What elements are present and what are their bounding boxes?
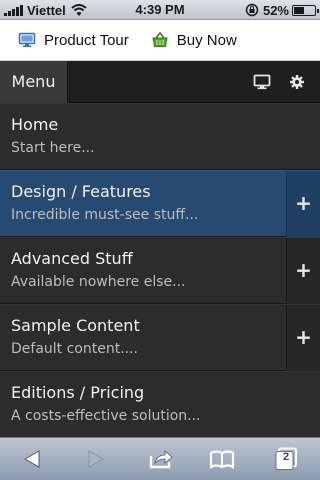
menu-item-title: Sample Content <box>11 316 140 335</box>
product-tour-link[interactable]: Product Tour <box>18 31 129 49</box>
menu-item-subtitle: Incredible must-see stuff... <box>11 207 199 223</box>
monitor-icon[interactable] <box>253 73 271 91</box>
expand-button[interactable]: + <box>286 171 320 237</box>
menu-item-subtitle: Start here... <box>11 140 95 156</box>
menu-item-title: Design / Features <box>11 182 151 201</box>
menu-item-home[interactable]: Home Start here... <box>0 103 320 170</box>
status-bar: Viettel 4:39 PM 52% <box>0 0 320 20</box>
back-arrow-icon[interactable] <box>19 447 45 471</box>
menu-item-subtitle: Default content.... <box>11 341 139 357</box>
battery-percent: 52% <box>262 2 289 18</box>
status-left: Viettel <box>4 2 87 18</box>
rotation-lock-icon <box>245 3 259 17</box>
battery-icon <box>292 4 319 16</box>
menu-item-sample-content[interactable]: Sample Content Default content.... + <box>0 304 320 371</box>
buy-now-label: Buy Now <box>176 31 237 49</box>
share-icon[interactable] <box>148 447 174 471</box>
menu-item-title: Editions / Pricing <box>11 383 145 402</box>
pages-button[interactable]: 2 <box>273 447 299 471</box>
menu-item-editions-pricing[interactable]: Editions / Pricing A costs-effective sol… <box>0 371 320 437</box>
basket-icon <box>152 31 168 47</box>
forward-arrow-icon[interactable] <box>83 447 109 471</box>
signal-icon <box>4 4 24 16</box>
monitor-icon <box>18 32 36 48</box>
menu-item-subtitle: A costs-effective solution... <box>11 408 201 424</box>
menu-item-design-features[interactable]: Design / Features Incredible must-see st… <box>0 170 320 237</box>
menu-item-subtitle: Available nowhere else... <box>11 274 186 290</box>
browser-toolbar: 2 <box>0 437 320 480</box>
menu-bar: Menu <box>0 61 320 103</box>
tab-count: 2 <box>282 451 290 463</box>
menu-item-title: Home <box>11 115 59 134</box>
menu-item-advanced-stuff[interactable]: Advanced Stuff Available nowhere else...… <box>0 237 320 304</box>
status-right: 52% <box>245 2 319 18</box>
gear-icon[interactable] <box>288 73 306 91</box>
expand-button[interactable]: + <box>286 238 320 304</box>
expand-button[interactable]: + <box>286 305 320 371</box>
bookmarks-icon[interactable] <box>209 447 235 471</box>
menu-list: Home Start here... Design / Features Inc… <box>0 103 320 437</box>
carrier-name: Viettel <box>27 2 66 18</box>
menu-item-title: Advanced Stuff <box>11 249 133 268</box>
top-link-bar: Product Tour Buy Now <box>0 20 320 61</box>
buy-now-link[interactable]: Buy Now <box>151 31 237 49</box>
menu-button[interactable]: Menu <box>0 61 68 103</box>
wifi-icon <box>71 4 87 16</box>
battery-level <box>294 6 304 14</box>
product-tour-label: Product Tour <box>44 31 129 49</box>
